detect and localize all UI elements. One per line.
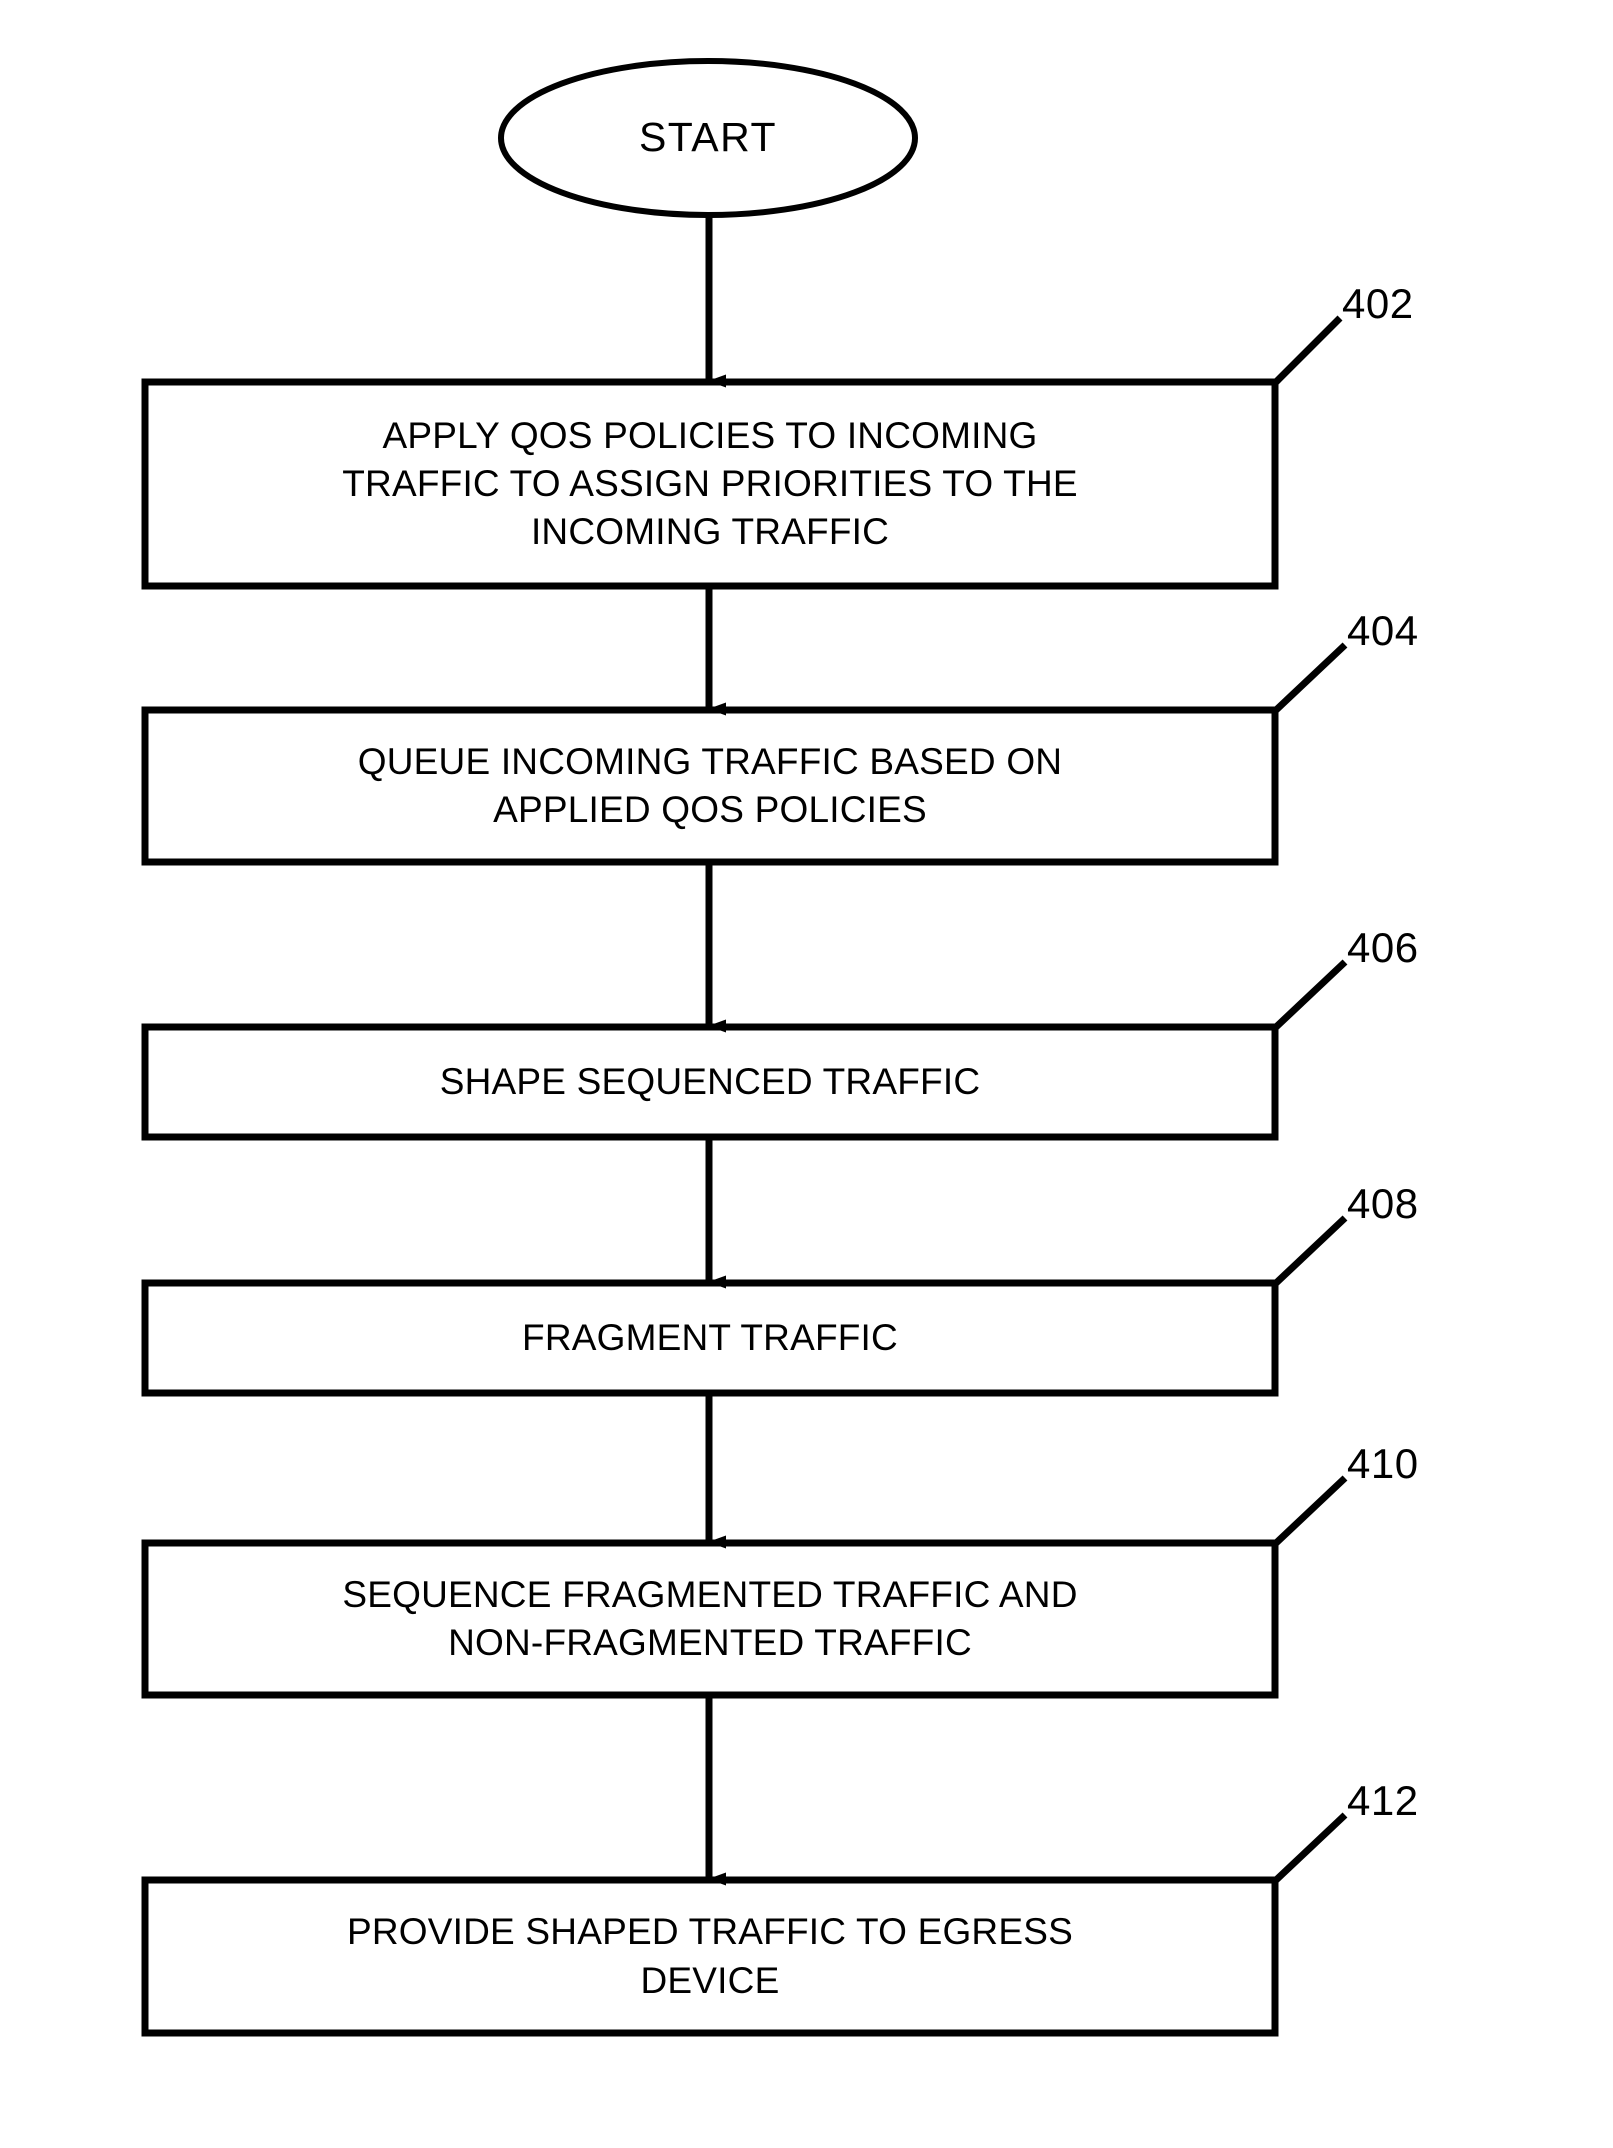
- leader-line-406: [1272, 959, 1348, 1031]
- step-box-402: [141, 378, 1279, 590]
- leader-line-408: [1272, 1215, 1348, 1287]
- step-box-408: [141, 1279, 1279, 1397]
- reference-numeral-412: 412: [1347, 1777, 1419, 1824]
- start-node-shape: [498, 58, 918, 218]
- leader-line-404: [1272, 642, 1348, 714]
- reference-numeral-402: 402: [1342, 280, 1414, 327]
- step-box-412: [141, 1876, 1279, 2037]
- step-box-410: [141, 1539, 1279, 1699]
- leader-line-402: [1272, 315, 1343, 386]
- figure-canvas: START APPLY QOS POLICIES TO INCOMING TRA…: [0, 0, 1613, 2148]
- reference-numeral-410: 410: [1347, 1440, 1419, 1487]
- leader-line-410: [1272, 1475, 1348, 1547]
- reference-numeral-404: 404: [1347, 607, 1419, 654]
- reference-numeral-406: 406: [1347, 924, 1419, 971]
- step-box-406: [141, 1023, 1279, 1141]
- reference-numeral-408: 408: [1347, 1180, 1419, 1227]
- step-box-404: [141, 706, 1279, 866]
- leader-line-412: [1272, 1812, 1348, 1884]
